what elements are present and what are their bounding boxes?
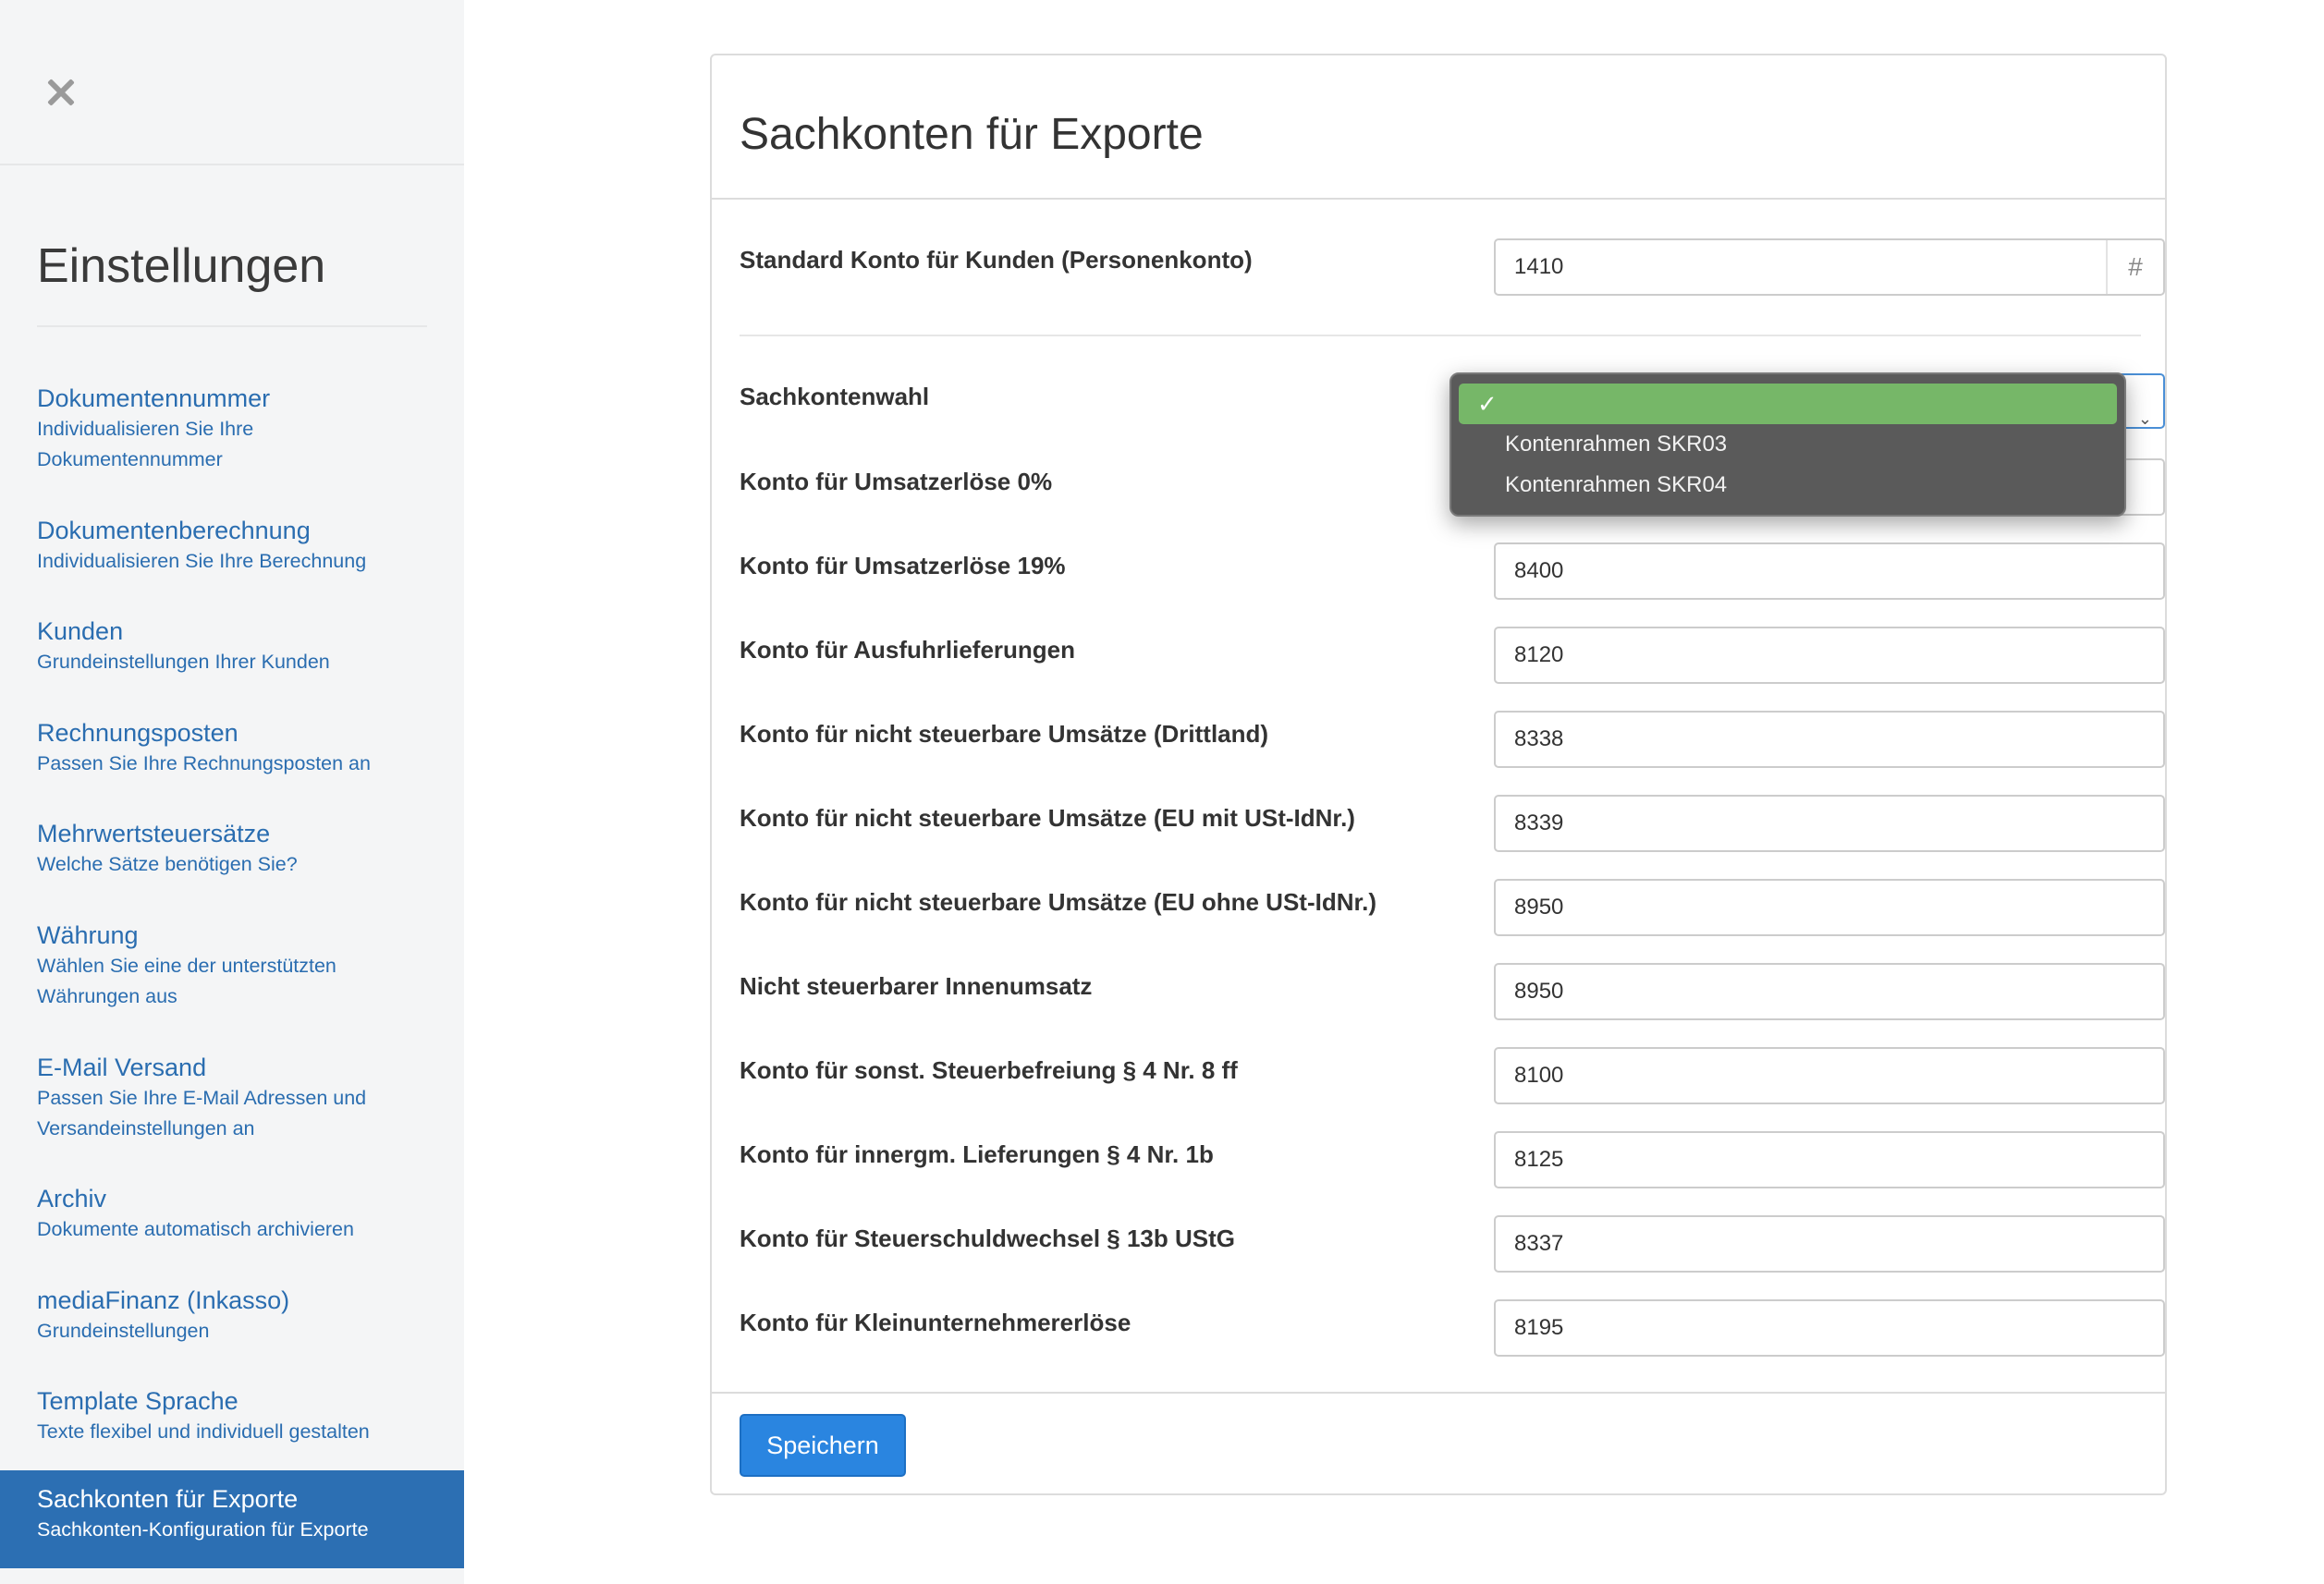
sidebar-title: Einstellungen xyxy=(37,239,326,293)
field-value: 8337 xyxy=(1514,1231,1564,1256)
settings-panel: Sachkonten für Exporte Standard Konto fü… xyxy=(710,54,2167,1495)
field-label: Konto für Kleinunternehmererlöse xyxy=(740,1309,1131,1336)
dropdown-option[interactable]: ✓ xyxy=(1459,384,2117,424)
field-value: 8338 xyxy=(1514,726,1564,751)
sidebar-item-mehrwertsteuersaetze[interactable]: Mehrwertsteuersätze Welche Sätze benötig… xyxy=(0,818,464,880)
sidebar-item-title: Sachkonten für Exporte xyxy=(37,1485,299,1513)
field-label: Konto für Ausfuhrlieferungen xyxy=(740,636,1076,664)
field-label: Konto für sonst. Steuerbefreiung § 4 Nr.… xyxy=(740,1056,1238,1084)
sidebar-item-subtitle: Grundeinstellungen Ihrer Kunden xyxy=(37,651,330,673)
sidebar-item-title: mediaFinanz (Inkasso) xyxy=(37,1286,290,1314)
hash-icon: # xyxy=(2106,240,2163,294)
field-value: 8100 xyxy=(1514,1063,1564,1088)
sidebar-item-subtitle: Passen Sie Ihre Rechnungsposten an xyxy=(37,752,371,774)
panel-header: Sachkonten für Exporte xyxy=(712,55,2165,200)
field-value: 8120 xyxy=(1514,642,1564,667)
divider xyxy=(37,325,427,327)
field-label: Konto für Umsatzerlöse 0% xyxy=(740,468,1053,495)
sidebar-item-sachkonten[interactable]: Sachkonten für Exporte Sachkonten-Konfig… xyxy=(0,1470,464,1568)
sidebar-item-title: E-Mail Versand xyxy=(37,1054,207,1081)
dropdown-option-skr04[interactable]: Kontenrahmen SKR04 xyxy=(1459,465,2117,506)
sidebar: Einstellungen Dokumentennummer Individua… xyxy=(0,0,464,1584)
account-input[interactable]: 8100 xyxy=(1494,1047,2165,1104)
panel-footer: Speichern xyxy=(712,1392,2165,1493)
sidebar-item-title: Währung xyxy=(37,921,139,949)
sidebar-item-subtitle: Texte flexibel und individuell gestalten xyxy=(37,1420,370,1443)
sidebar-item-subtitle: Individualisieren Sie Ihre Dokumentennum… xyxy=(37,418,254,470)
account-input[interactable]: 8120 xyxy=(1494,627,2165,684)
field-label: Standard Konto für Kunden (Personenkonto… xyxy=(740,246,1253,274)
field-label: Konto für nicht steuerbare Umsätze (Drit… xyxy=(740,720,1269,748)
sidebar-item-title: Kunden xyxy=(37,617,124,645)
save-button[interactable]: Speichern xyxy=(740,1414,906,1477)
field-value: 8195 xyxy=(1514,1315,1564,1340)
sidebar-item-rechnungsposten[interactable]: Rechnungsposten Passen Sie Ihre Rechnung… xyxy=(0,717,464,779)
field-value: 8339 xyxy=(1514,810,1564,835)
sidebar-item-title: Dokumentennummer xyxy=(37,384,271,412)
customer-account-input[interactable]: 1410 # xyxy=(1494,238,2165,296)
field-value: 8400 xyxy=(1514,558,1564,583)
sidebar-item-subtitle: Sachkonten-Konfiguration für Exporte xyxy=(37,1518,369,1541)
sidebar-item-title: Template Sprache xyxy=(37,1387,239,1415)
account-input[interactable]: 8337 xyxy=(1494,1215,2165,1273)
sidebar-item-subtitle: Wählen Sie eine der unterstützten Währun… xyxy=(37,955,336,1007)
dropdown-option-skr03[interactable]: Kontenrahmen SKR03 xyxy=(1459,424,2117,465)
check-icon: ✓ xyxy=(1477,390,1498,418)
sidebar-item-subtitle: Passen Sie Ihre E-Mail Adressen und Vers… xyxy=(37,1087,367,1139)
page-title: Sachkonten für Exporte xyxy=(740,110,1204,159)
account-input[interactable]: 8950 xyxy=(1494,963,2165,1020)
field-value: 8950 xyxy=(1514,895,1564,920)
sidebar-item-title: Archiv xyxy=(37,1185,107,1212)
sidebar-item-kunden[interactable]: Kunden Grundeinstellungen Ihrer Kunden xyxy=(0,615,464,677)
dropdown-option-label: Kontenrahmen SKR03 xyxy=(1505,432,1728,457)
sidebar-item-waehrung[interactable]: Währung Wählen Sie eine der unterstützte… xyxy=(0,920,464,1012)
account-input[interactable]: 8950 xyxy=(1494,879,2165,936)
sidebar-item-subtitle: Individualisieren Sie Ihre Berechnung xyxy=(37,550,367,572)
sidebar-header xyxy=(0,0,464,165)
field-value: 1410 xyxy=(1514,254,1564,279)
field-value: 8125 xyxy=(1514,1147,1564,1172)
sidebar-item-dokumentenberechnung[interactable]: Dokumentenberechnung Individualisieren S… xyxy=(0,515,464,577)
sidebar-item-template-sprache[interactable]: Template Sprache Texte flexibel und indi… xyxy=(0,1385,464,1447)
chevron-down-icon: ⌄ xyxy=(2137,409,2152,428)
account-input[interactable]: 8338 xyxy=(1494,711,2165,768)
field-label: Sachkontenwahl xyxy=(740,383,930,410)
field-label: Konto für innergm. Lieferungen § 4 Nr. 1… xyxy=(740,1140,1214,1168)
field-label: Konto für nicht steuerbare Umsätze (EU m… xyxy=(740,804,1355,832)
account-input[interactable]: 8125 xyxy=(1494,1131,2165,1188)
field-value: 8950 xyxy=(1514,979,1564,1004)
sidebar-item-subtitle: Welche Sätze benötigen Sie? xyxy=(37,853,298,875)
account-input[interactable]: 8339 xyxy=(1494,795,2165,852)
field-label: Nicht steuerbarer Innenumsatz xyxy=(740,972,1093,1000)
sidebar-item-subtitle: Dokumente automatisch archivieren xyxy=(37,1218,354,1240)
close-icon[interactable] xyxy=(44,76,78,109)
account-input[interactable]: 8400 xyxy=(1494,542,2165,600)
sidebar-item-title: Mehrwertsteuersätze xyxy=(37,820,271,847)
sidebar-item-title: Rechnungsposten xyxy=(37,719,239,747)
divider xyxy=(740,335,2141,336)
sidebar-item-mediafinanz[interactable]: mediaFinanz (Inkasso) Grundeinstellungen xyxy=(0,1285,464,1346)
account-input[interactable]: 8195 xyxy=(1494,1299,2165,1357)
dropdown-option-label: Kontenrahmen SKR04 xyxy=(1505,472,1728,497)
sidebar-item-dokumentennummer[interactable]: Dokumentennummer Individualisieren Sie I… xyxy=(0,383,464,475)
sidebar-item-title: Dokumentenberechnung xyxy=(37,517,311,544)
sidebar-item-archiv[interactable]: Archiv Dokumente automatisch archivieren xyxy=(0,1183,464,1245)
field-label: Konto für Umsatzerlöse 19% xyxy=(740,552,1066,579)
field-label: Konto für Steuerschuldwechsel § 13b UStG xyxy=(740,1225,1235,1252)
field-label: Konto für nicht steuerbare Umsätze (EU o… xyxy=(740,888,1377,916)
chart-of-accounts-dropdown: ✓ Kontenrahmen SKR03 Kontenrahmen SKR04 xyxy=(1449,372,2126,517)
sidebar-item-subtitle: Grundeinstellungen xyxy=(37,1320,210,1342)
sidebar-item-email-versand[interactable]: E-Mail Versand Passen Sie Ihre E-Mail Ad… xyxy=(0,1052,464,1144)
